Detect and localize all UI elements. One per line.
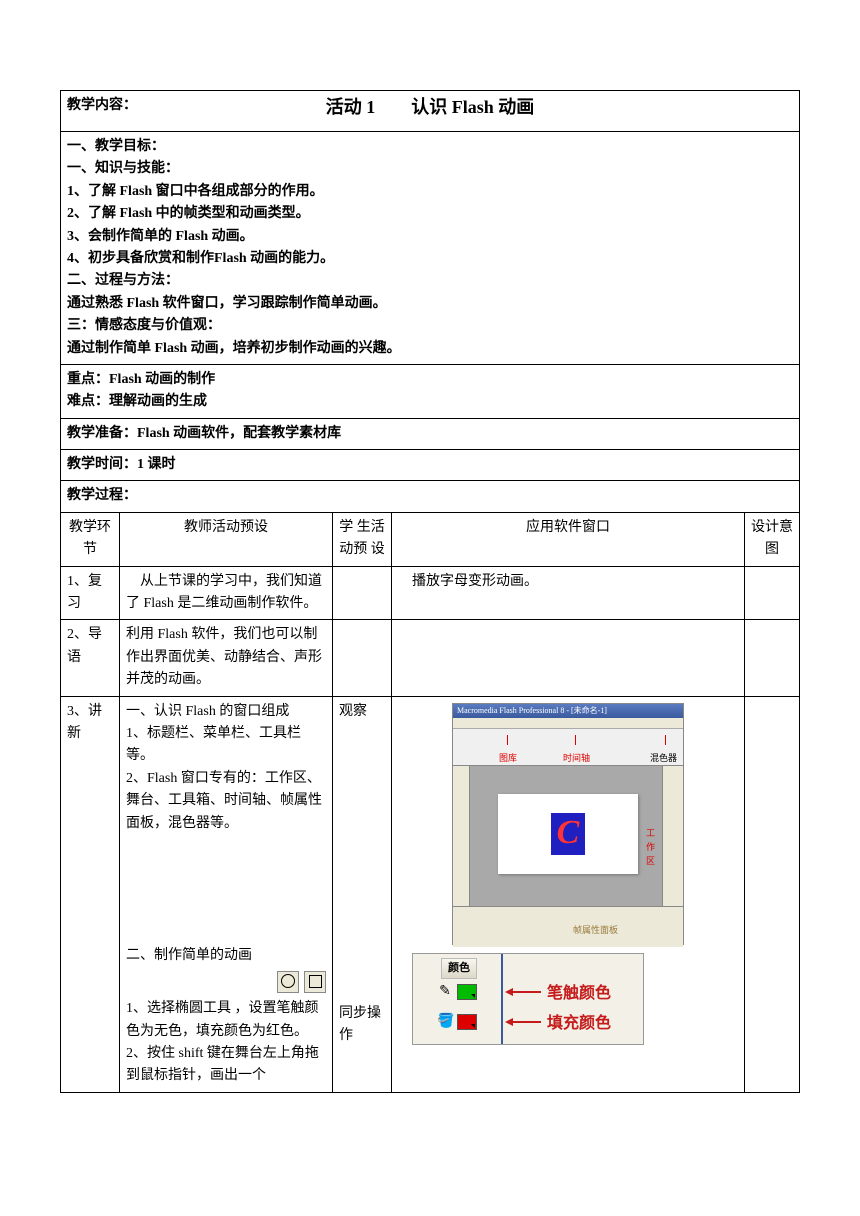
oval-tool-icon <box>277 971 299 993</box>
flash-properties-panel: 帧属性面板 <box>453 906 683 947</box>
color-panel: 颜色 ✎ 🪣 笔触颜色 填充颜色 <box>412 953 644 1045</box>
teach-part1-1: 1、标题栏、菜单栏、工具栏等。 <box>126 723 326 768</box>
review-step: 1、复习 <box>61 566 120 620</box>
arrow-fill <box>511 1021 541 1023</box>
key-diff-cell: 重点：Flash 动画的制作 难点：理解动画的生成 <box>61 364 800 418</box>
key-point: 重点：Flash 动画的制作 <box>67 369 793 391</box>
objectives-cell: 一、教学目标： 一、知识与技能： 1、了解 Flash 窗口中各组成部分的作用。… <box>61 132 800 365</box>
intro-teacher: 利用 Flash 软件，我们也可以制作出界面优美、动静结合、声形并茂的动画。 <box>120 620 333 696</box>
title-row: 教学内容： 活动 1 认识 Flash 动画 <box>61 91 800 132</box>
flash-menubar <box>453 718 683 729</box>
obj-1: 1、了解 Flash 窗口中各组成部分的作用。 <box>67 181 793 203</box>
student-sync: 同步操作 <box>339 1003 385 1048</box>
teach-student: 观察 同步操作 <box>333 696 392 1092</box>
flash-timeline-area: 图库 时间轴 混色器 <box>453 729 683 766</box>
intro-design <box>745 620 800 696</box>
intro-step: 2、导语 <box>61 620 120 696</box>
teach-design <box>745 696 800 1092</box>
teach-window: Macromedia Flash Professional 8 - [未命名-1… <box>392 696 745 1092</box>
review-student <box>333 566 392 620</box>
objectives-heading: 一、教学目标： <box>67 136 793 158</box>
teach-part1-2: 2、Flash 窗口专有的：工作区、舞台、工具箱、时间轴、帧属性面板，混色器等。 <box>126 768 326 835</box>
process-cell: 教学过程： <box>61 481 800 512</box>
attitude-text: 通过制作简单 Flash 动画，培养初步制作动画的兴趣。 <box>67 338 793 360</box>
process-heading: 二、过程与方法： <box>67 270 793 292</box>
th-step: 教学环节 <box>61 512 120 566</box>
color-tab: 颜色 <box>441 958 477 980</box>
flash-screenshot: Macromedia Flash Professional 8 - [未命名-1… <box>452 703 684 945</box>
process-text: 通过熟悉 Flash 软件窗口，学习跟踪制作简单动画。 <box>67 293 793 315</box>
review-teacher: 从上节课的学习中，我们知道了 Flash 是二维动画制作软件。 <box>120 566 333 620</box>
stage-letter-c: C <box>551 813 585 855</box>
difficult-point: 难点：理解动画的生成 <box>67 391 793 413</box>
stroke-swatch-green <box>457 984 477 1000</box>
row-teach: 3、讲新 一、认识 Flash 的窗口组成 1、标题栏、菜单栏、工具栏等。 2、… <box>61 696 800 1092</box>
teach-part2-title: 二、制作简单的动画 <box>126 945 326 967</box>
label-timeline: 时间轴 <box>563 751 590 765</box>
teach-part2-2: 2、按住 shift 键在舞台左上角拖到鼠标指针，画出一个 <box>126 1043 326 1088</box>
prepare-cell: 教学准备：Flash 动画软件，配套教学素材库 <box>61 418 800 449</box>
teach-part2-1: 1、选择椭圆工具 ，设置笔触颜色为无色，填充颜色为红色。 <box>126 998 326 1043</box>
intro-student <box>333 620 392 696</box>
lesson-title: 活动 1 认识 Flash 动画 <box>61 93 799 122</box>
th-design: 设计意图 <box>745 512 800 566</box>
fill-swatch-red <box>457 1014 477 1030</box>
th-window: 应用软件窗口 <box>392 512 745 566</box>
teach-part1-title: 一、认识 Flash 的窗口组成 <box>126 701 326 723</box>
rect-tool-icon <box>304 971 326 993</box>
obj-3: 3、会制作简单的 Flash 动画。 <box>67 226 793 248</box>
knowledge-heading: 一、知识与技能： <box>67 158 793 180</box>
lesson-plan-table: 教学内容： 活动 1 认识 Flash 动画 一、教学目标： 一、知识与技能： … <box>60 90 800 1093</box>
review-design <box>745 566 800 620</box>
shape-tool-icons <box>275 971 327 994</box>
flash-toolbox: 工具箱 <box>453 766 470 906</box>
label-mixer: 混色器 <box>650 751 677 765</box>
review-window: 播放字母变形动画。 <box>392 566 745 620</box>
obj-2: 2、了解 Flash 中的帧类型和动画类型。 <box>67 203 793 225</box>
th-student: 学 生活 动预 设 <box>333 512 392 566</box>
student-observe: 观察 <box>339 701 385 723</box>
label-properties: 帧属性面板 <box>573 923 618 937</box>
flash-body: 工具箱 C 工作区 <box>453 766 683 906</box>
intro-window <box>392 620 745 696</box>
label-fill-color: 填充颜色 <box>547 1011 611 1037</box>
flash-titlebar: Macromedia Flash Professional 8 - [未命名-1… <box>453 704 683 718</box>
pencil-icon: ✎ <box>437 984 453 1000</box>
duration-cell: 教学时间：1 课时 <box>61 450 800 481</box>
flash-stage: C <box>498 794 638 874</box>
obj-4: 4、初步具备欣赏和制作Flash 动画的能力。 <box>67 248 793 270</box>
arrow-stroke <box>511 991 541 993</box>
attitude-heading: 三：情感态度与价值观： <box>67 315 793 337</box>
label-stage: 工作区 <box>646 826 662 869</box>
stroke-color-row: ✎ <box>437 984 477 1000</box>
teach-step: 3、讲新 <box>61 696 120 1092</box>
th-teacher: 教师活动预设 <box>120 512 333 566</box>
fill-color-row: 🪣 <box>437 1014 477 1030</box>
row-review: 1、复习 从上节课的学习中，我们知道了 Flash 是二维动画制作软件。 播放字… <box>61 566 800 620</box>
bucket-icon: 🪣 <box>437 1014 453 1030</box>
flash-right-panels <box>662 766 683 906</box>
label-library: 图库 <box>499 751 517 765</box>
row-intro: 2、导语 利用 Flash 软件，我们也可以制作出界面优美、动静结合、声形并茂的… <box>61 620 800 696</box>
label-stroke-color: 笔触颜色 <box>547 981 611 1007</box>
teach-teacher: 一、认识 Flash 的窗口组成 1、标题栏、菜单栏、工具栏等。 2、Flash… <box>120 696 333 1092</box>
flash-stage-area: C 工作区 <box>470 766 662 906</box>
